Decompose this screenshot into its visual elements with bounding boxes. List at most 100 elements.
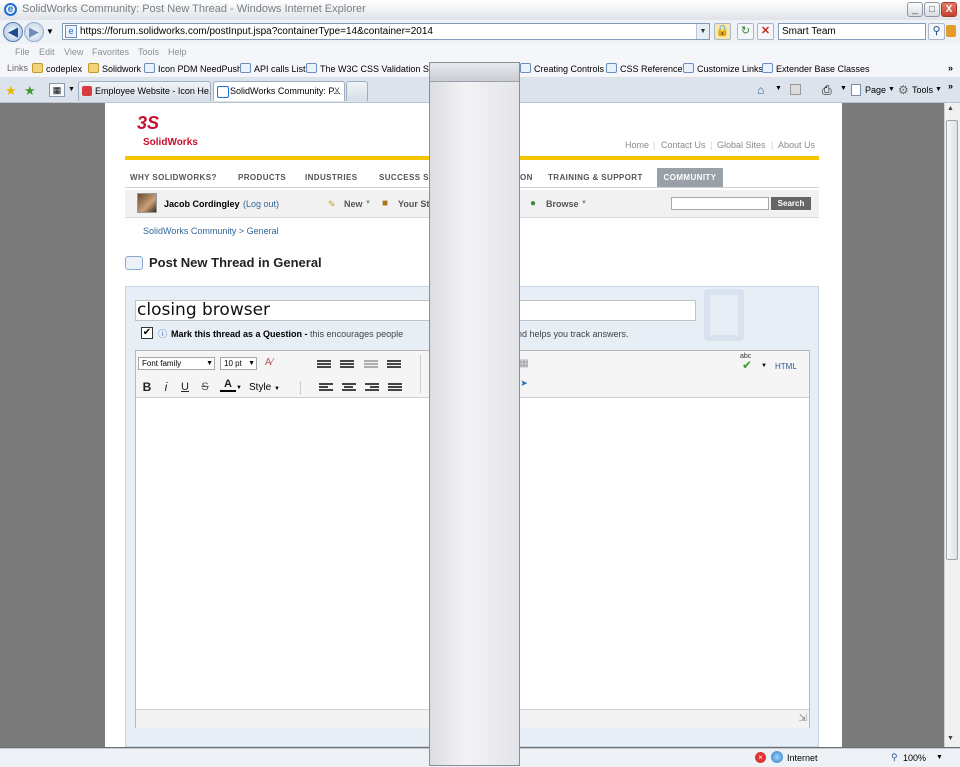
tools-menu[interactable]: Tools bbox=[912, 85, 933, 95]
link-home[interactable]: Home bbox=[625, 140, 649, 150]
indent-icon[interactable] bbox=[387, 360, 401, 370]
align-right-icon[interactable] bbox=[365, 383, 379, 393]
menu-favorites[interactable]: Favorites bbox=[92, 47, 129, 57]
nav-community[interactable]: COMMUNITY bbox=[657, 168, 723, 187]
new-menu[interactable]: New bbox=[344, 199, 363, 209]
url-input[interactable]: e https://forum.solidworks.com/postInput… bbox=[62, 23, 710, 40]
forward-button[interactable]: ▶ bbox=[24, 22, 44, 42]
subject-input[interactable]: closing browser bbox=[135, 300, 696, 321]
link-creating-controls[interactable]: Creating Controls bbox=[520, 63, 604, 74]
zoom-dropdown-icon[interactable]: ▼ bbox=[936, 754, 943, 761]
link-w3c-css[interactable]: The W3C CSS Validation Servi bbox=[306, 63, 443, 74]
user-name[interactable]: Jacob Cordingley bbox=[164, 199, 240, 209]
spellcheck-icon[interactable]: ✔ bbox=[739, 357, 755, 373]
history-dropdown-icon[interactable]: ▼ bbox=[46, 27, 54, 36]
refresh-icon[interactable]: ↻ bbox=[737, 23, 754, 40]
nav-why-solidworks[interactable]: WHY SOLIDWORKS? bbox=[130, 173, 217, 182]
scrollbar-thumb[interactable] bbox=[946, 120, 958, 560]
text-color-dropdown-icon[interactable]: ▼ bbox=[236, 385, 242, 391]
nav-products[interactable]: PRODUCTS bbox=[238, 173, 286, 182]
nav-training-support[interactable]: TRAINING & SUPPORT bbox=[548, 173, 643, 182]
underline-button[interactable]: U bbox=[177, 379, 193, 395]
url-dropdown-icon[interactable]: ▼ bbox=[696, 24, 709, 39]
links-overflow-icon[interactable]: » bbox=[948, 63, 953, 73]
strikethrough-button[interactable]: S bbox=[197, 379, 213, 395]
command-overflow-icon[interactable]: » bbox=[948, 81, 953, 91]
help-icon[interactable]: ⓘ bbox=[158, 327, 167, 340]
new-dropdown-icon[interactable]: ▼ bbox=[365, 200, 371, 206]
zoom-level[interactable]: 100% bbox=[903, 753, 926, 763]
menu-tools[interactable]: Tools bbox=[138, 47, 159, 57]
font-size-select[interactable]: 10 pt ▼ bbox=[220, 357, 257, 370]
feeds-icon[interactable] bbox=[790, 84, 801, 95]
link-icon-pdm[interactable]: Icon PDM NeedPush bbox=[144, 63, 242, 74]
site-search-button[interactable]: Search bbox=[771, 197, 811, 210]
solidworks-logo[interactable]: 3S SolidWorks bbox=[135, 113, 198, 153]
scroll-up-icon[interactable]: ▲ bbox=[947, 105, 954, 112]
print-dropdown-icon[interactable]: ▼ bbox=[840, 85, 847, 92]
link-extender-base[interactable]: Extender Base Classes bbox=[762, 63, 870, 74]
numbered-list-icon[interactable] bbox=[340, 360, 354, 370]
scroll-down-icon[interactable]: ▼ bbox=[947, 735, 954, 742]
bold-button[interactable]: B bbox=[139, 379, 155, 395]
print-icon[interactable]: ⎙ bbox=[822, 83, 832, 98]
tools-menu-dropdown-icon[interactable]: ▼ bbox=[935, 86, 942, 93]
home-icon[interactable]: ⌂ bbox=[757, 83, 764, 97]
text-color-button[interactable]: A bbox=[220, 378, 236, 392]
link-about-us[interactable]: About Us bbox=[778, 140, 815, 150]
blocked-icon[interactable]: × bbox=[755, 752, 766, 763]
lock-icon[interactable]: 🔒 bbox=[714, 23, 731, 40]
question-checkbox[interactable]: ✔ bbox=[141, 327, 153, 339]
style-menu[interactable]: Style ▼ bbox=[249, 382, 280, 393]
site-search-input[interactable] bbox=[671, 197, 769, 210]
menu-view[interactable]: View bbox=[64, 47, 83, 57]
clear-format-icon[interactable]: A⁄ bbox=[261, 355, 277, 371]
html-mode-button[interactable]: HTML bbox=[775, 362, 797, 371]
nav-partial-item[interactable]: ON bbox=[520, 173, 533, 182]
justify-icon[interactable] bbox=[388, 383, 402, 393]
tab-employee-website[interactable]: Employee Website - Icon He... bbox=[78, 81, 211, 101]
page-menu[interactable]: Page bbox=[865, 85, 886, 95]
link-contact-us[interactable]: Contact Us bbox=[661, 140, 706, 150]
tab-solidworks-community[interactable]: SolidWorks Community: P... X bbox=[213, 81, 345, 101]
font-family-select[interactable]: Font family ▼ bbox=[138, 357, 215, 370]
add-favorite-icon[interactable]: ★ bbox=[24, 83, 36, 99]
close-window-button[interactable]: X bbox=[941, 2, 957, 17]
resize-grip-icon[interactable]: ⇲ bbox=[799, 713, 807, 724]
link-global-sites[interactable]: Global Sites bbox=[717, 140, 766, 150]
breadcrumb[interactable]: SolidWorks Community > General bbox=[143, 226, 279, 236]
home-dropdown-icon[interactable]: ▼ bbox=[775, 85, 782, 92]
outdent-icon[interactable] bbox=[364, 360, 378, 370]
back-button[interactable]: ◀ bbox=[3, 22, 23, 42]
maximize-button[interactable]: □ bbox=[924, 2, 940, 17]
overlay-window[interactable] bbox=[429, 62, 520, 766]
browse-menu[interactable]: Browse bbox=[546, 199, 579, 209]
menu-help[interactable]: Help bbox=[168, 47, 187, 57]
link-css-reference[interactable]: CSS Reference bbox=[606, 63, 683, 74]
align-center-icon[interactable] bbox=[342, 383, 356, 393]
favorites-star-icon[interactable]: ★ bbox=[5, 83, 17, 99]
new-tab-button[interactable] bbox=[346, 81, 368, 101]
close-tab-icon[interactable]: X bbox=[334, 82, 340, 100]
your-stuff-menu[interactable]: Your St bbox=[398, 199, 429, 209]
nav-industries[interactable]: INDUSTRIES bbox=[305, 173, 357, 182]
minimize-button[interactable]: _ bbox=[907, 2, 923, 17]
link-codeplex[interactable]: codeplex bbox=[32, 63, 82, 74]
italic-button[interactable]: i bbox=[158, 379, 174, 395]
link-api-calls[interactable]: API calls List bbox=[240, 63, 306, 74]
overlay-window-caption[interactable] bbox=[430, 63, 519, 82]
page-menu-dropdown-icon[interactable]: ▼ bbox=[888, 86, 895, 93]
logout-link[interactable]: (Log out) bbox=[243, 199, 279, 209]
link-solidwork[interactable]: Solidwork bbox=[88, 63, 141, 74]
search-options-icon[interactable] bbox=[946, 25, 956, 37]
avatar[interactable] bbox=[137, 193, 157, 213]
tab-list-dropdown-icon[interactable]: ▼ bbox=[68, 86, 75, 93]
menu-edit[interactable]: Edit bbox=[39, 47, 55, 57]
search-input[interactable]: Smart Team bbox=[778, 23, 926, 40]
stop-icon[interactable]: ✕ bbox=[757, 23, 774, 40]
menu-file[interactable]: File bbox=[15, 47, 30, 57]
quick-tabs-icon[interactable]: ▦ bbox=[49, 83, 65, 97]
browse-dropdown-icon[interactable]: ▼ bbox=[581, 200, 587, 206]
search-icon[interactable]: ⚲ bbox=[928, 23, 945, 40]
link-customize-links[interactable]: Customize Links bbox=[683, 63, 763, 74]
